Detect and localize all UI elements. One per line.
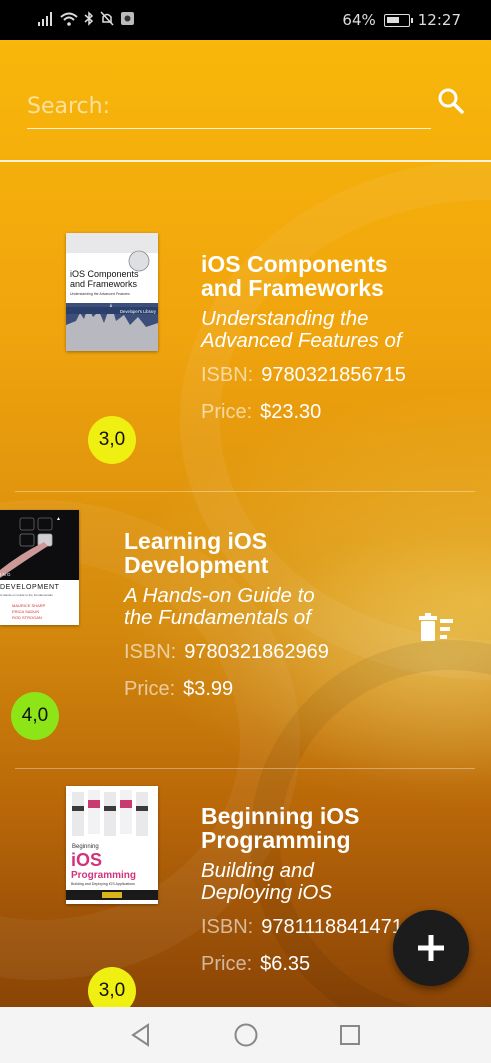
svg-text:Building and Deploying iOS App: Building and Deploying iOS Applications [71,882,135,886]
back-triangle-icon [131,1023,149,1047]
svg-text:A Hands-on Guide to the Fundam: A Hands-on Guide to the Fundamentals [0,593,53,597]
isbn-label: ISBN: [201,916,254,938]
home-button[interactable] [231,1020,261,1050]
navigation-bar [0,1007,491,1063]
search-bar [27,85,431,129]
price-label: Price: [124,678,176,700]
svg-text:▲: ▲ [56,516,61,522]
price-value: $3.99 [183,678,234,700]
book-price: Price: $6.35 [201,953,310,976]
svg-text:Understanding the Advanced Fea: Understanding the Advanced Features [70,292,130,296]
isbn-label: ISBN: [201,364,254,386]
mute-icon [100,11,114,26]
list-divider [15,768,475,769]
delete-sweep-icon [419,613,453,641]
isbn-label: ISBN: [124,641,177,663]
battery-icon [383,13,413,27]
isbn-value: 9781118841471 [261,916,403,938]
status-bar: 64% 12:27 [0,0,491,40]
wifi-icon [60,12,78,26]
svg-text:MAURICE SHARP: MAURICE SHARP [12,603,46,608]
svg-text:iOS: iOS [71,850,102,870]
rating-badge: 3,0 [88,967,136,1007]
header-divider [0,160,491,162]
rating-badge: 4,0 [11,692,59,740]
isbn-value: 9780321862969 [184,641,329,663]
recents-square-icon [340,1025,360,1045]
book-title: iOS Components and Frameworks [201,251,388,301]
book-isbn: ISBN: 9781118841471 [201,916,403,939]
svg-text:ERICA SADUN: ERICA SADUN [12,609,39,614]
book-list-item[interactable]: ▲ I N G DEVELOPMENT A Hands-on Guide to … [0,492,491,769]
signal-icon [38,11,52,26]
svg-text:DEVELOPMENT: DEVELOPMENT [0,584,60,591]
home-circle-icon [234,1023,258,1047]
search-input[interactable] [27,91,407,121]
app-content: iOS Components and Frameworks Understand… [0,40,491,1007]
book-title: Beginning iOS Programming [201,803,360,853]
book-price: Price: $3.99 [124,678,233,701]
price-label: Price: [201,953,253,975]
book-subtitle: A Hands-on Guide to the Fundamentals of [124,584,315,629]
svg-text:Programming: Programming [71,870,136,881]
book-isbn: ISBN: 9780321862969 [124,641,329,664]
bluetooth-icon [84,11,94,26]
clock: 12:27 [417,11,461,29]
battery-percent: 64% [342,11,376,29]
svg-text:Developer's Library: Developer's Library [120,309,157,314]
delete-button[interactable] [416,612,456,646]
book-list-item[interactable]: iOS Components and Frameworks Understand… [0,200,491,492]
book-subtitle: Understanding the Advanced Features of [201,307,402,352]
svg-text:ROD STROGAN: ROD STROGAN [12,615,42,620]
book-cover: ▲ I N G DEVELOPMENT A Hands-on Guide to … [0,510,79,625]
svg-text:iOS Components: iOS Components [70,269,139,279]
add-book-button[interactable] [393,910,469,986]
book-price: Price: $23.30 [201,401,321,424]
recents-button[interactable] [335,1020,365,1050]
svg-text:I N G: I N G [0,572,11,577]
status-right: 64% 12:27 [342,11,461,29]
book-cover: Beginning iOS Programming Building and D… [66,786,158,904]
price-value: $6.35 [260,953,311,975]
book-isbn: ISBN: 9780321856715 [201,364,406,387]
svg-text:and Frameworks: and Frameworks [70,279,138,289]
book-cover: iOS Components and Frameworks Understand… [66,233,158,351]
book-title: Learning iOS Development [124,528,269,578]
isbn-value: 9780321856715 [261,364,406,386]
status-icons [38,11,135,26]
back-button[interactable] [126,1020,156,1050]
rating-badge: 3,0 [88,416,136,464]
search-button[interactable] [436,86,470,120]
search-icon [438,88,464,114]
price-value: $23.30 [260,401,322,423]
screenshot-icon [121,12,134,25]
price-label: Price: [201,401,253,423]
plus-icon [418,935,444,961]
book-subtitle: Building and Deploying iOS [201,859,333,904]
